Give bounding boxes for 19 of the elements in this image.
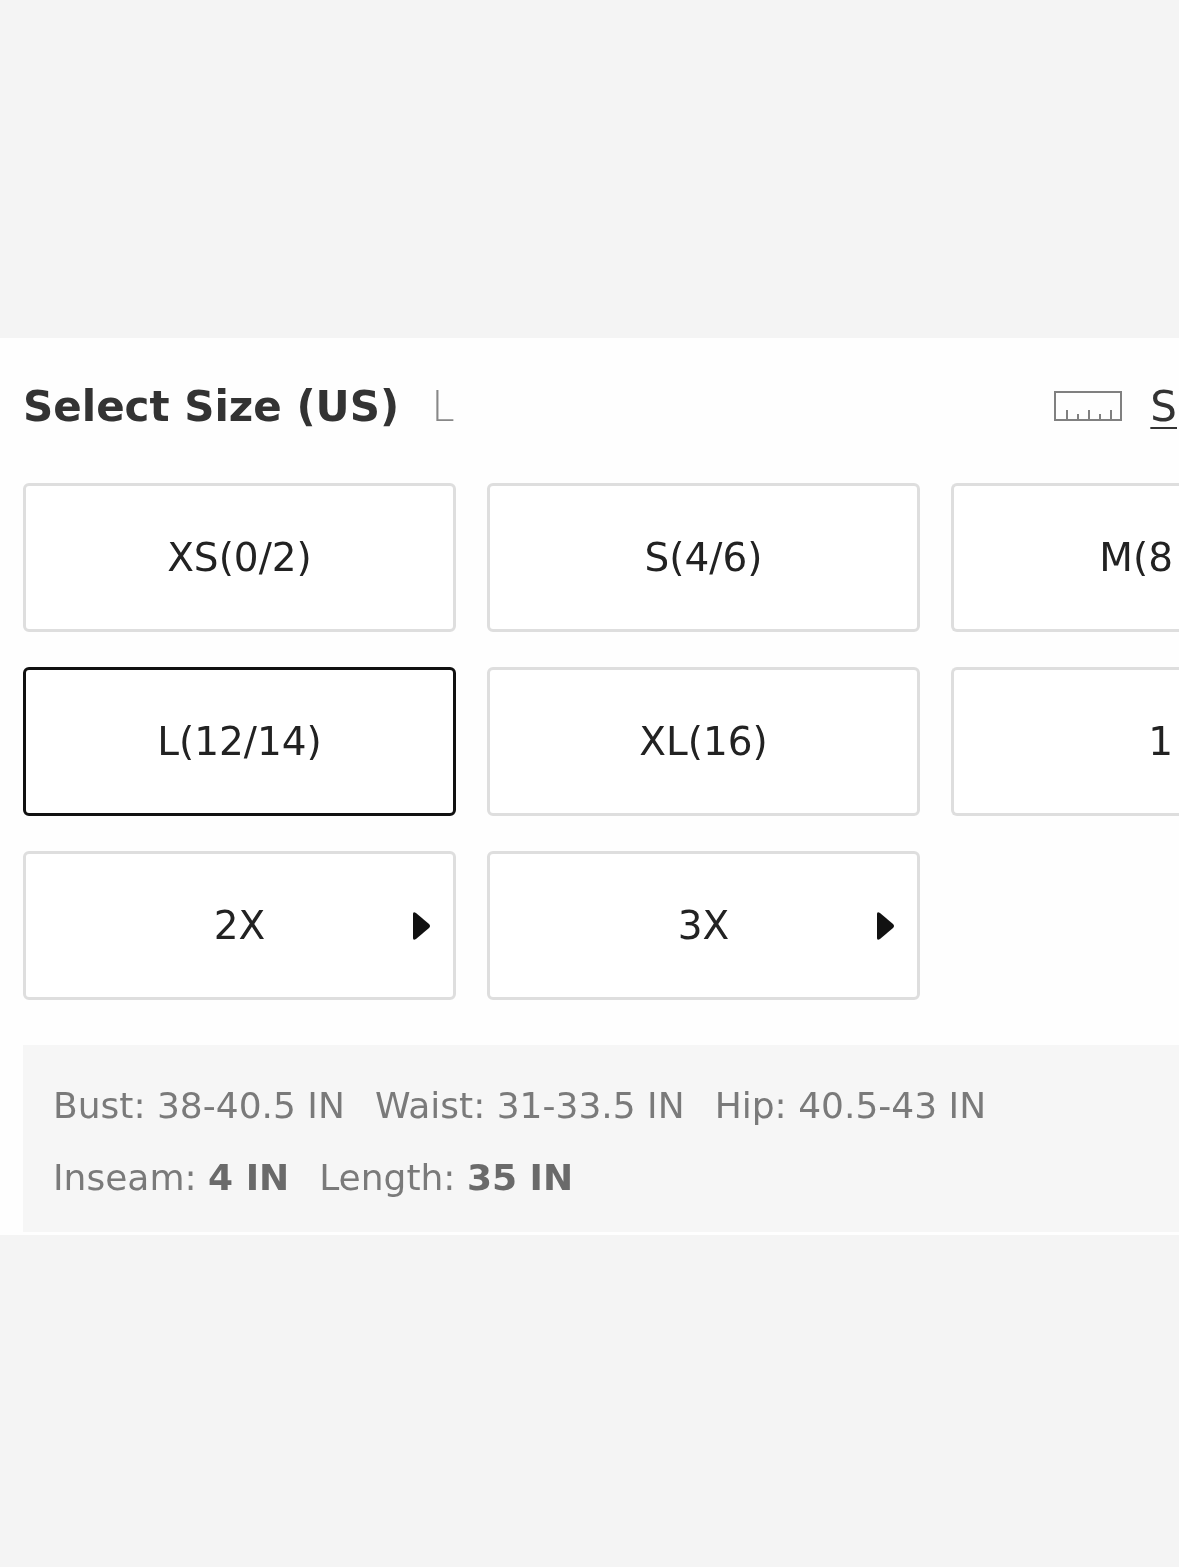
size-option[interactable]: M(8 (951, 483, 1179, 632)
size-option[interactable]: XS(0/2) (23, 483, 456, 632)
ruler-icon[interactable] (1054, 391, 1123, 421)
measurement-text: Inseam: 4 IN (53, 1156, 290, 1200)
size-guide-link[interactable]: S (1150, 381, 1177, 431)
size-option[interactable]: 1 (951, 667, 1179, 816)
size-option[interactable]: L(12/14) (23, 667, 456, 816)
size-option[interactable]: 3X (487, 851, 920, 1000)
measurement-text: Hip: 40.5-43 IN (714, 1084, 987, 1128)
size-title: Select Size (US) (23, 381, 400, 431)
measurement-text: Length: 35 IN (319, 1156, 574, 1200)
play-triangle-icon (411, 910, 431, 941)
selected-size-label: L (431, 381, 455, 431)
measurement-text: Bust: 38-40.5 IN (53, 1084, 345, 1128)
size-option[interactable]: 2X (23, 851, 456, 1000)
measurement-text: Waist: 31-33.5 IN (374, 1084, 685, 1128)
size-option[interactable]: XL(16) (487, 667, 920, 816)
play-triangle-icon (875, 910, 895, 941)
size-option[interactable]: S(4/6) (487, 483, 920, 632)
